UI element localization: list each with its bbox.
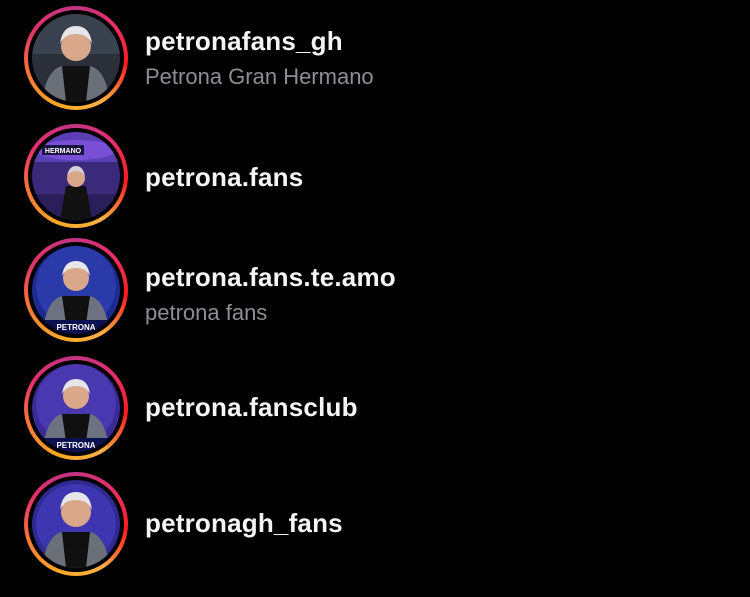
result-full-name: Petrona Gran Hermano bbox=[145, 64, 374, 89]
woman-portrait-branded-icon: PETRONA bbox=[32, 246, 120, 334]
woman-portrait-branded-icon: PETRONA bbox=[32, 364, 120, 452]
result-row[interactable]: petronagh_fans bbox=[0, 470, 750, 586]
story-ring[interactable]: PETRONA bbox=[24, 356, 128, 460]
woman-portrait-icon bbox=[32, 480, 120, 568]
woman-on-set-icon: HERMANO bbox=[32, 132, 120, 220]
result-text: petrona.fansclub bbox=[145, 392, 358, 423]
result-full-name: petrona fans bbox=[145, 300, 268, 325]
result-row[interactable]: petronafans_gh Petrona Gran Hermano bbox=[0, 0, 750, 116]
petrona-badge-text: PETRONA bbox=[56, 441, 95, 450]
search-results-list: petronafans_gh Petrona Gran Hermano HERM… bbox=[0, 0, 750, 597]
result-row[interactable]: HERMANO petrona.fans bbox=[0, 122, 750, 238]
story-ring[interactable]: HERMANO bbox=[24, 124, 128, 228]
hermano-badge-text: HERMANO bbox=[45, 148, 82, 155]
result-row[interactable]: PETRONA petrona.fansclub bbox=[0, 354, 750, 470]
result-text: petronafans_gh Petrona Gran Hermano bbox=[145, 26, 374, 90]
result-text: petronagh_fans bbox=[145, 508, 343, 539]
story-ring[interactable] bbox=[24, 6, 128, 110]
story-ring[interactable] bbox=[24, 472, 128, 576]
result-username: petrona.fans.te.amo bbox=[145, 262, 396, 292]
result-username: petronagh_fans bbox=[145, 508, 343, 538]
story-ring[interactable]: PETRONA bbox=[24, 238, 128, 342]
result-text: petrona.fans.te.amo petrona fans bbox=[145, 262, 396, 326]
result-text: petrona.fans bbox=[145, 162, 303, 193]
result-username: petrona.fans bbox=[145, 162, 304, 192]
result-username: petronafans_gh bbox=[145, 26, 343, 56]
woman-portrait-icon bbox=[32, 14, 120, 102]
result-row[interactable]: PETRONA petrona.fans.te.amo petrona fans bbox=[0, 236, 750, 352]
result-username: petrona.fansclub bbox=[145, 392, 358, 422]
petrona-badge-text: PETRONA bbox=[56, 323, 95, 332]
